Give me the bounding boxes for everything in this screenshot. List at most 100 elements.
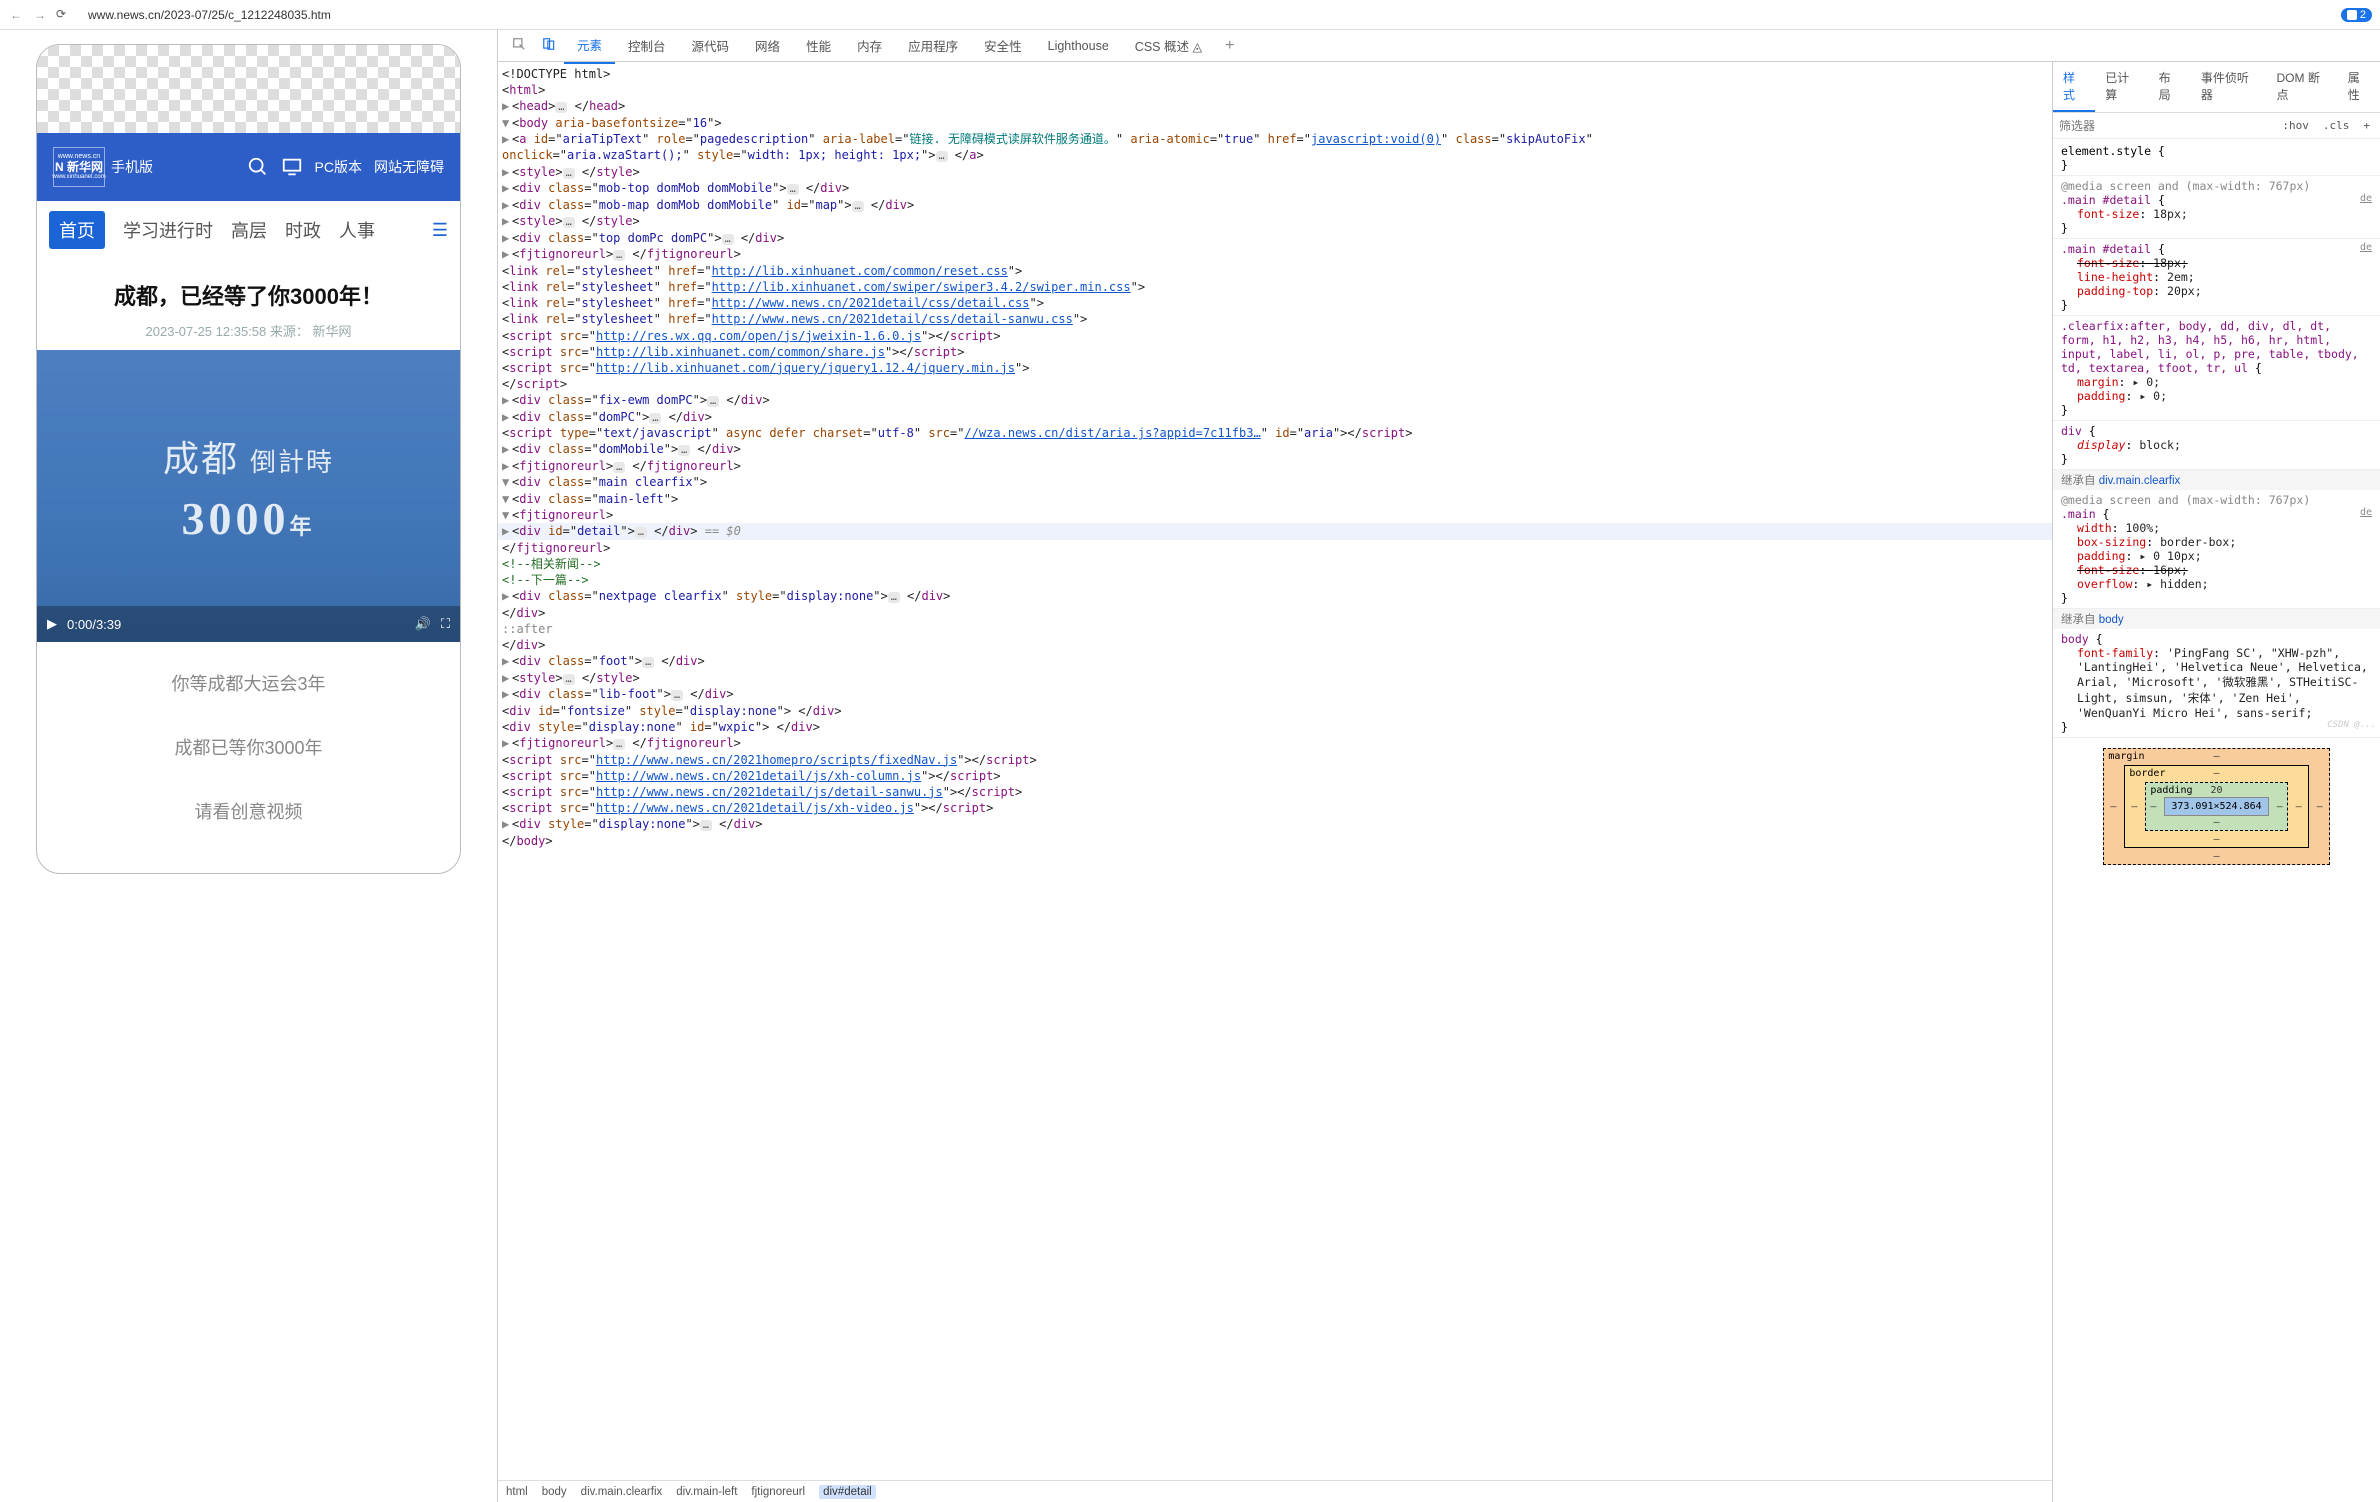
hov-button[interactable]: :hov <box>2278 117 2313 134</box>
dom-fontsize[interactable]: <div id="fontsize" style="display:none">… <box>498 703 2052 719</box>
subtab-styles[interactable]: 样式 <box>2053 62 2095 112</box>
dom-link-swiper[interactable]: <link rel="stylesheet" href="http://lib.… <box>498 279 2052 295</box>
dom-link-sanwu[interactable]: <link rel="stylesheet" href="http://www.… <box>498 311 2052 327</box>
tab-elements[interactable]: 元素 <box>564 30 615 64</box>
dom-mob-top[interactable]: ▶<div class="mob-top domMob domMobile">…… <box>498 180 2052 197</box>
url-bar[interactable]: www.news.cn/2023-07/25/c_1212248035.htm <box>80 4 2333 26</box>
tab-memory[interactable]: 内存 <box>844 30 895 63</box>
dom-fjt3[interactable]: ▶<fjtignoreurl>… </fjtignoreurl> <box>498 735 2052 752</box>
dom-mainleft-close[interactable]: </div> <box>498 605 2052 621</box>
dom-style2[interactable]: ▶<style>… </style> <box>498 213 2052 230</box>
subtab-dombp[interactable]: DOM 断点 <box>2266 62 2337 112</box>
dom-mob-map[interactable]: ▶<div class="mob-map domMob domMobile" i… <box>498 197 2052 214</box>
site-logo[interactable]: www.news.cn N 新华网 www.xinhuanet.com <box>53 147 105 187</box>
subtab-layout[interactable]: 布局 <box>2149 62 2191 112</box>
dom-script-share[interactable]: <script src="http://lib.xinhuanet.com/co… <box>498 344 2052 360</box>
nav-study[interactable]: 学习进行时 <box>123 217 213 243</box>
cls-button[interactable]: .cls <box>2319 117 2354 134</box>
rule-div[interactable]: div { display: block; } <box>2053 421 2380 470</box>
back-button[interactable]: ← <box>8 7 24 23</box>
subtab-computed[interactable]: 已计算 <box>2095 62 2148 112</box>
crumb-detail[interactable]: div#detail <box>819 1485 876 1499</box>
dom-script-wx[interactable]: <script src="http://res.wx.qq.com/open/j… <box>498 328 2052 344</box>
tabs-more-icon[interactable]: + <box>1215 31 1244 61</box>
tab-lighthouse[interactable]: Lighthouse <box>1035 31 1122 61</box>
dom-comment2[interactable]: <!--下一篇--> <box>498 572 2052 588</box>
forward-button[interactable]: → <box>32 7 48 23</box>
crumb-html[interactable]: html <box>506 1486 528 1498</box>
dom-dompc[interactable]: ▶<div class="domPC">… </div> <box>498 409 2052 426</box>
tab-application[interactable]: 应用程序 <box>895 30 971 63</box>
rules-list[interactable]: element.style {} @media screen and (max-… <box>2053 139 2380 1502</box>
play-icon[interactable]: ▶ <box>47 616 57 632</box>
dom-foot[interactable]: ▶<div class="foot">… </div> <box>498 653 2052 670</box>
filter-input[interactable] <box>2059 119 2272 133</box>
tab-performance[interactable]: 性能 <box>793 30 844 63</box>
device-toggle-icon[interactable] <box>534 31 564 60</box>
inspect-icon[interactable] <box>504 31 534 60</box>
tab-cssoverview[interactable]: CSS 概述 ◬ <box>1122 30 1215 63</box>
search-icon[interactable] <box>247 156 269 178</box>
dom-a-aria[interactable]: ▶<a id="ariaTipText" role="pagedescripti… <box>498 131 2052 147</box>
rule-main-detail[interactable]: .main #detail { de font-size: 18px; line… <box>2053 239 2380 316</box>
dom-div-disp[interactable]: ▶<div style="display:none">… </div> <box>498 816 2052 833</box>
dom-main[interactable]: ▼<div class="main clearfix"> <box>498 474 2052 490</box>
dom-js-sanwu[interactable]: <script src="http://www.news.cn/2021deta… <box>498 784 2052 800</box>
dom-comment1[interactable]: <!--相关新闻--> <box>498 556 2052 572</box>
nav-home[interactable]: 首页 <box>49 211 105 249</box>
dom-fjt-close[interactable]: </fjtignoreurl> <box>498 540 2052 556</box>
dom-js-fixednav[interactable]: <script src="http://www.news.cn/2021home… <box>498 752 2052 768</box>
dom-style3[interactable]: ▶<style>… </style> <box>498 670 2052 687</box>
fullscreen-icon[interactable]: ⛶ <box>441 616 450 632</box>
dom-dommobile[interactable]: ▶<div class="domMobile">… </div> <box>498 441 2052 458</box>
elements-tree[interactable]: <!DOCTYPE html> <html> ▶<head>… </head> … <box>498 62 2052 1480</box>
dom-fixewm[interactable]: ▶<div class="fix-ewm domPC">… </div> <box>498 392 2052 409</box>
accessibility-link[interactable]: 网站无障碍 <box>374 157 444 177</box>
tab-security[interactable]: 安全性 <box>971 30 1035 63</box>
dom-js-xhvideo[interactable]: <script src="http://www.news.cn/2021deta… <box>498 800 2052 816</box>
volume-icon[interactable]: 🔊 <box>415 616 431 632</box>
crumb-main[interactable]: div.main.clearfix <box>581 1486 663 1498</box>
dom-a-aria-cont[interactable]: onclick="aria.wzaStart();" style="width:… <box>498 147 2052 164</box>
dom-fjt2[interactable]: ▶<fjtignoreurl>… </fjtignoreurl> <box>498 458 2052 475</box>
dom-head[interactable]: ▶<head>… </head> <box>498 98 2052 115</box>
crumb-mainleft[interactable]: div.main-left <box>676 1486 737 1498</box>
dom-style1[interactable]: ▶<style>… </style> <box>498 164 2052 181</box>
dom-libfoot[interactable]: ▶<div class="lib-foot">… </div> <box>498 686 2052 703</box>
dom-link-reset[interactable]: <link rel="stylesheet" href="http://lib.… <box>498 263 2052 279</box>
subtab-events[interactable]: 事件侦听器 <box>2191 62 2267 112</box>
dom-nextpage[interactable]: ▶<div class="nextpage clearfix" style="d… <box>498 588 2052 605</box>
dom-script-aria[interactable]: <script type="text/javascript" async def… <box>498 425 2052 441</box>
subtab-props[interactable]: 属性 <box>2338 62 2380 112</box>
dom-body-open[interactable]: ▼<body aria-basefontsize="16"> <box>498 115 2052 131</box>
rule-elementstyle[interactable]: element.style {} <box>2053 141 2380 176</box>
tab-console[interactable]: 控制台 <box>615 30 679 63</box>
dom-body-close[interactable]: </body> <box>498 833 2052 849</box>
dom-js-xhcol[interactable]: <script src="http://www.news.cn/2021deta… <box>498 768 2052 784</box>
tab-sources[interactable]: 源代码 <box>679 30 743 63</box>
crumb-fjt[interactable]: fjtignoreurl <box>751 1486 805 1498</box>
dom-main-left[interactable]: ▼<div class="main-left"> <box>498 491 2052 507</box>
pc-link[interactable]: PC版本 <box>315 157 362 177</box>
rule-media1[interactable]: @media screen and (max-width: 767px) .ma… <box>2053 176 2380 239</box>
nav-personnel[interactable]: 人事 <box>339 217 375 243</box>
dom-doctype[interactable]: <!DOCTYPE html> <box>498 66 2052 82</box>
dom-wxpic[interactable]: <div style="display:none" id="wxpic"> </… <box>498 719 2052 735</box>
dom-link-detail[interactable]: <link rel="stylesheet" href="http://www.… <box>498 295 2052 311</box>
dom-fjt-inner[interactable]: ▼<fjtignoreurl> <box>498 507 2052 523</box>
dom-fjt1[interactable]: ▶<fjtignoreurl>… </fjtignoreurl> <box>498 246 2052 263</box>
dom-after[interactable]: ::after <box>498 621 2052 637</box>
nav-politics[interactable]: 时政 <box>285 217 321 243</box>
dom-html-open[interactable]: <html> <box>498 82 2052 98</box>
crumb-body[interactable]: body <box>542 1486 567 1498</box>
dom-main-close[interactable]: </div> <box>498 637 2052 653</box>
dom-script-jq[interactable]: <script src="http://lib.xinhuanet.com/jq… <box>498 360 2052 392</box>
reload-button[interactable]: ⟳ <box>56 7 72 23</box>
rule-clearfix[interactable]: .clearfix:after, body, dd, div, dl, dt, … <box>2053 316 2380 421</box>
tab-network[interactable]: 网络 <box>742 30 793 63</box>
dom-top[interactable]: ▶<div class="top domPc domPC">… </div> <box>498 230 2052 247</box>
new-rule-icon[interactable]: + <box>2359 117 2374 134</box>
extension-badge[interactable]: 2 <box>2341 8 2372 22</box>
video-player[interactable]: 成都 倒計時 3000年 ▶ 0:00/3:39 🔊 ⛶ <box>37 350 460 642</box>
nav-more-icon[interactable]: ☰ <box>432 220 448 241</box>
